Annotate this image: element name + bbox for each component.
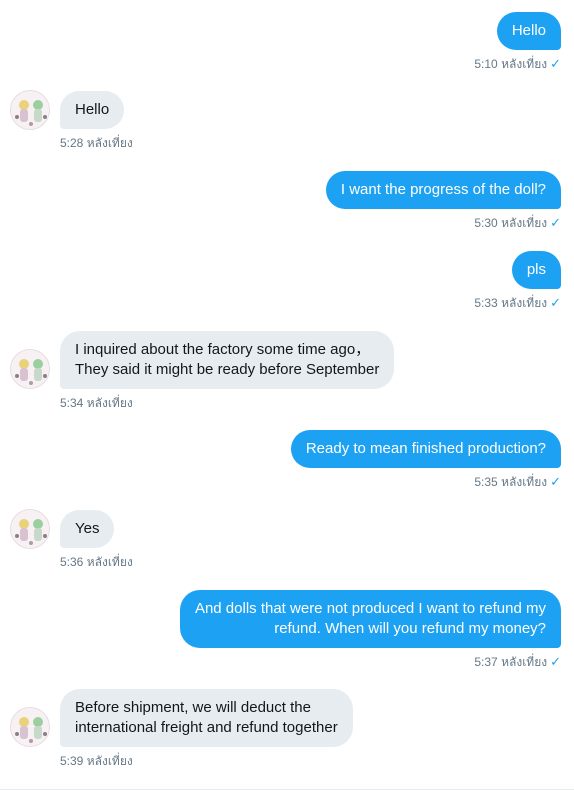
read-check-icon: ✓ bbox=[550, 295, 561, 310]
read-check-icon: ✓ bbox=[550, 56, 561, 71]
conversation-thread: Hello 5:10 หลังเที่ยง ✓ Hello 5:28 หลังเท… bbox=[0, 0, 574, 790]
message-meta: 5:33 หลังเที่ยง ✓ bbox=[474, 295, 561, 311]
message-outgoing: pls 5:33 หลังเที่ยง ✓ bbox=[474, 251, 561, 310]
message-bubble[interactable]: pls bbox=[511, 251, 561, 289]
message-timestamp: 5:28 หลังเที่ยง bbox=[60, 136, 133, 150]
message-timestamp: 5:39 หลังเที่ยง bbox=[60, 754, 133, 768]
message-bubble[interactable]: Hello bbox=[60, 91, 125, 129]
message-outgoing: I want the progress of the doll? 5:30 หล… bbox=[325, 171, 561, 231]
message-bubble[interactable]: Before shipment, we will deduct the inte… bbox=[60, 689, 353, 747]
avatar-illustration bbox=[11, 510, 49, 548]
message-timestamp: 5:34 หลังเที่ยง bbox=[60, 396, 133, 410]
message-outgoing: Hello 5:10 หลังเที่ยง ✓ bbox=[474, 12, 561, 71]
message-timestamp: 5:30 หลังเที่ยง bbox=[474, 216, 548, 230]
avatar[interactable] bbox=[10, 509, 50, 549]
message-bubble[interactable]: Yes bbox=[60, 510, 115, 548]
read-check-icon: ✓ bbox=[550, 474, 561, 489]
message-meta: 5:35 หลังเที่ยง ✓ bbox=[291, 474, 561, 490]
message-meta: 5:30 หลังเที่ยง ✓ bbox=[326, 215, 561, 231]
message-bubble[interactable]: I want the progress of the doll? bbox=[325, 171, 561, 209]
avatar[interactable] bbox=[10, 707, 50, 747]
message-timestamp: 5:10 หลังเที่ยง bbox=[474, 57, 548, 71]
message-timestamp: 5:37 หลังเที่ยง bbox=[474, 655, 548, 669]
message-timestamp: 5:36 หลังเที่ยง bbox=[60, 555, 133, 569]
message-incoming: I inquired about the factory some time a… bbox=[60, 331, 395, 410]
message-bubble[interactable]: Hello bbox=[496, 12, 561, 50]
avatar[interactable] bbox=[10, 90, 50, 130]
read-check-icon: ✓ bbox=[550, 215, 561, 230]
message-bubble[interactable]: And dolls that were not produced I want … bbox=[179, 590, 561, 648]
avatar-illustration bbox=[11, 708, 49, 746]
message-meta: 5:10 หลังเที่ยง ✓ bbox=[474, 56, 561, 72]
message-incoming: Yes 5:36 หลังเที่ยง bbox=[60, 510, 133, 569]
avatar-illustration bbox=[11, 91, 49, 129]
avatar[interactable] bbox=[10, 349, 50, 389]
message-timestamp: 5:35 หลังเที่ยง bbox=[474, 475, 548, 489]
message-outgoing: Ready to mean finished production? 5:35 … bbox=[290, 430, 561, 490]
message-meta: 5:37 หลังเที่ยง ✓ bbox=[180, 654, 561, 670]
message-bubble[interactable]: Ready to mean finished production? bbox=[290, 430, 561, 468]
read-check-icon: ✓ bbox=[550, 654, 561, 669]
message-incoming: Hello 5:28 หลังเที่ยง bbox=[60, 91, 133, 150]
message-bubble[interactable]: I inquired about the factory some time a… bbox=[60, 331, 395, 389]
message-timestamp: 5:33 หลังเที่ยง bbox=[474, 296, 548, 310]
message-incoming: Before shipment, we will deduct the inte… bbox=[60, 689, 353, 768]
message-outgoing: And dolls that were not produced I want … bbox=[179, 590, 561, 670]
avatar-illustration bbox=[11, 350, 49, 388]
